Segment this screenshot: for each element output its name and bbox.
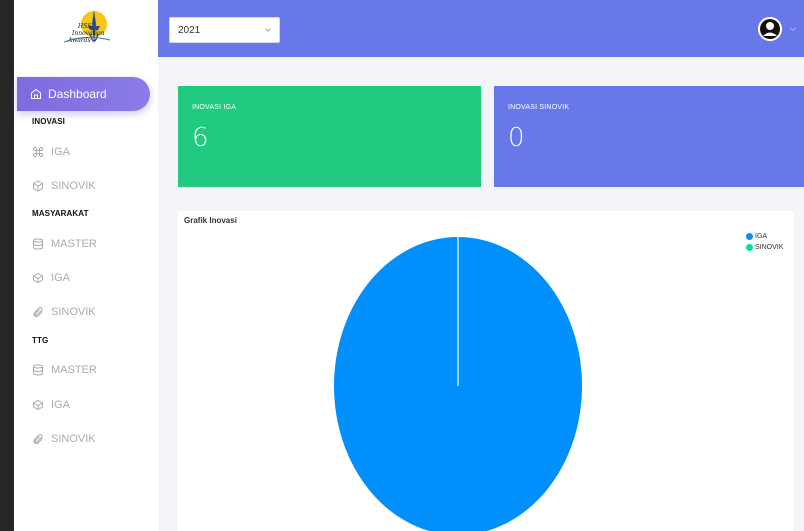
sidebar-item-label: IGA (51, 272, 70, 284)
box-icon (31, 271, 45, 285)
sidebar-item-label: SINOVIK (51, 306, 96, 318)
sidebar-item-label: MASTER (51, 238, 97, 250)
year-select-value: 2021 (178, 24, 201, 36)
sidebar-item-ttg-iga[interactable]: IGA (31, 396, 70, 414)
user-avatar-icon[interactable] (758, 17, 782, 41)
sidebar-item-ttg-sinovik[interactable]: SINOVIK (31, 430, 96, 448)
logo[interactable]: HSS Innovation Awards (14, 0, 158, 56)
logo-text-2: Innovation (71, 30, 105, 37)
sidebar-item-label: Dashboard (48, 87, 107, 101)
legend-marker (746, 244, 753, 251)
window-frame (0, 0, 14, 531)
paperclip-icon (31, 305, 45, 319)
stat-card-label: INOVASI IGA (192, 104, 237, 111)
sidebar-item-masyarakat-master[interactable]: MASTER (31, 235, 97, 253)
hss-innovation-awards-logo: HSS Innovation Awards (63, 10, 111, 44)
legend-marker (746, 233, 753, 240)
logo-text-1: HSS (77, 23, 91, 30)
paperclip-icon (31, 432, 45, 446)
pie-chart (334, 237, 582, 531)
year-select[interactable]: 2021 (169, 17, 280, 43)
sidebar: HSS Innovation Awards Dashboard INOVASI … (14, 0, 158, 531)
sidebar-item-inovasi-iga[interactable]: IGA (31, 143, 70, 161)
sidebar-item-inovasi-sinovik[interactable]: SINOVIK (31, 177, 96, 195)
command-icon (31, 145, 45, 159)
hexagon-box-icon (31, 179, 45, 193)
stat-card-label: INOVASI SINOVIK (508, 104, 570, 111)
chart-legend: IGA SINOVIK (746, 231, 783, 253)
legend-item-iga[interactable]: IGA (746, 231, 783, 242)
chevron-down-icon[interactable] (789, 26, 797, 32)
sidebar-item-masyarakat-sinovik[interactable]: SINOVIK (31, 303, 96, 321)
sidebar-item-label: SINOVIK (51, 433, 96, 445)
legend-label: IGA (755, 233, 768, 240)
logo-text-3: Awards (67, 37, 91, 44)
sidebar-item-ttg-master[interactable]: MASTER (31, 361, 97, 379)
database-icon (31, 237, 45, 251)
home-icon (30, 88, 42, 100)
stat-card-inovasi-iga: INOVASI IGA 6 (178, 86, 481, 187)
chart-card: Grafik Inovasi IGA SINOVIK (178, 211, 794, 531)
main-content: INOVASI IGA 6 INOVASI SINOVIK 0 Grafik I… (158, 57, 804, 531)
stat-card-inovasi-sinovik: INOVASI SINOVIK 0 (494, 86, 804, 187)
section-title-ttg: TTG (32, 336, 49, 345)
database-icon (31, 363, 45, 377)
topbar: 2021 (158, 0, 804, 57)
sidebar-item-label: IGA (51, 399, 70, 411)
box-icon (31, 398, 45, 412)
sidebar-item-label: SINOVIK (51, 180, 96, 192)
chevron-down-icon (265, 28, 271, 32)
sidebar-item-dashboard[interactable]: Dashboard (17, 77, 150, 111)
sidebar-item-label: MASTER (51, 364, 97, 376)
sidebar-item-masyarakat-iga[interactable]: IGA (31, 269, 70, 287)
legend-label: SINOVIK (755, 244, 784, 251)
stat-card-value: 0 (508, 123, 525, 153)
legend-item-sinovik[interactable]: SINOVIK (746, 242, 783, 253)
sidebar-item-label: IGA (51, 146, 70, 158)
stat-card-value: 6 (192, 123, 209, 153)
section-title-masyarakat: MASYARAKAT (32, 209, 89, 218)
section-title-inovasi: INOVASI (32, 117, 66, 126)
